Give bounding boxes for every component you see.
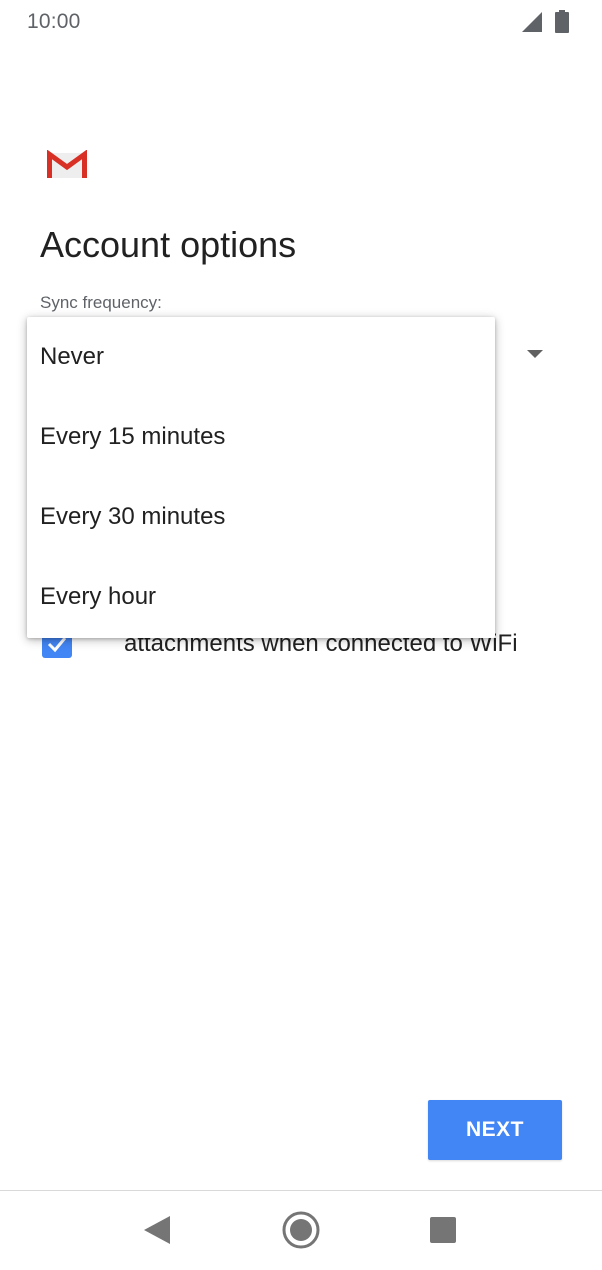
next-button[interactable]: NEXT [428, 1100, 562, 1160]
menu-item-every-30-minutes[interactable]: Every 30 minutes [27, 477, 495, 557]
status-time: 10:00 [27, 10, 81, 33]
sync-frequency-label: Sync frequency: [40, 293, 162, 312]
menu-item-every-15-minutes[interactable]: Every 15 minutes [27, 397, 495, 477]
battery-icon [555, 10, 569, 33]
sync-frequency-menu: Never Every 15 minutes Every 30 minutes … [27, 317, 495, 638]
cell-signal-icon [522, 12, 542, 32]
account-options-screen: 10:00 Account options Sync frequency: at… [0, 0, 602, 1270]
home-circle-icon[interactable] [281, 1210, 321, 1250]
navigation-bar [0, 1191, 602, 1270]
menu-item-never[interactable]: Never [27, 317, 495, 397]
gmail-logo-icon [47, 150, 87, 178]
menu-item-every-hour[interactable]: Every hour [27, 557, 495, 637]
page-title: Account options [40, 224, 297, 265]
status-bar: 10:00 [0, 0, 602, 46]
recents-square-icon[interactable] [430, 1217, 456, 1243]
back-triangle-icon[interactable] [144, 1216, 170, 1244]
dropdown-arrow-icon[interactable] [527, 350, 543, 358]
